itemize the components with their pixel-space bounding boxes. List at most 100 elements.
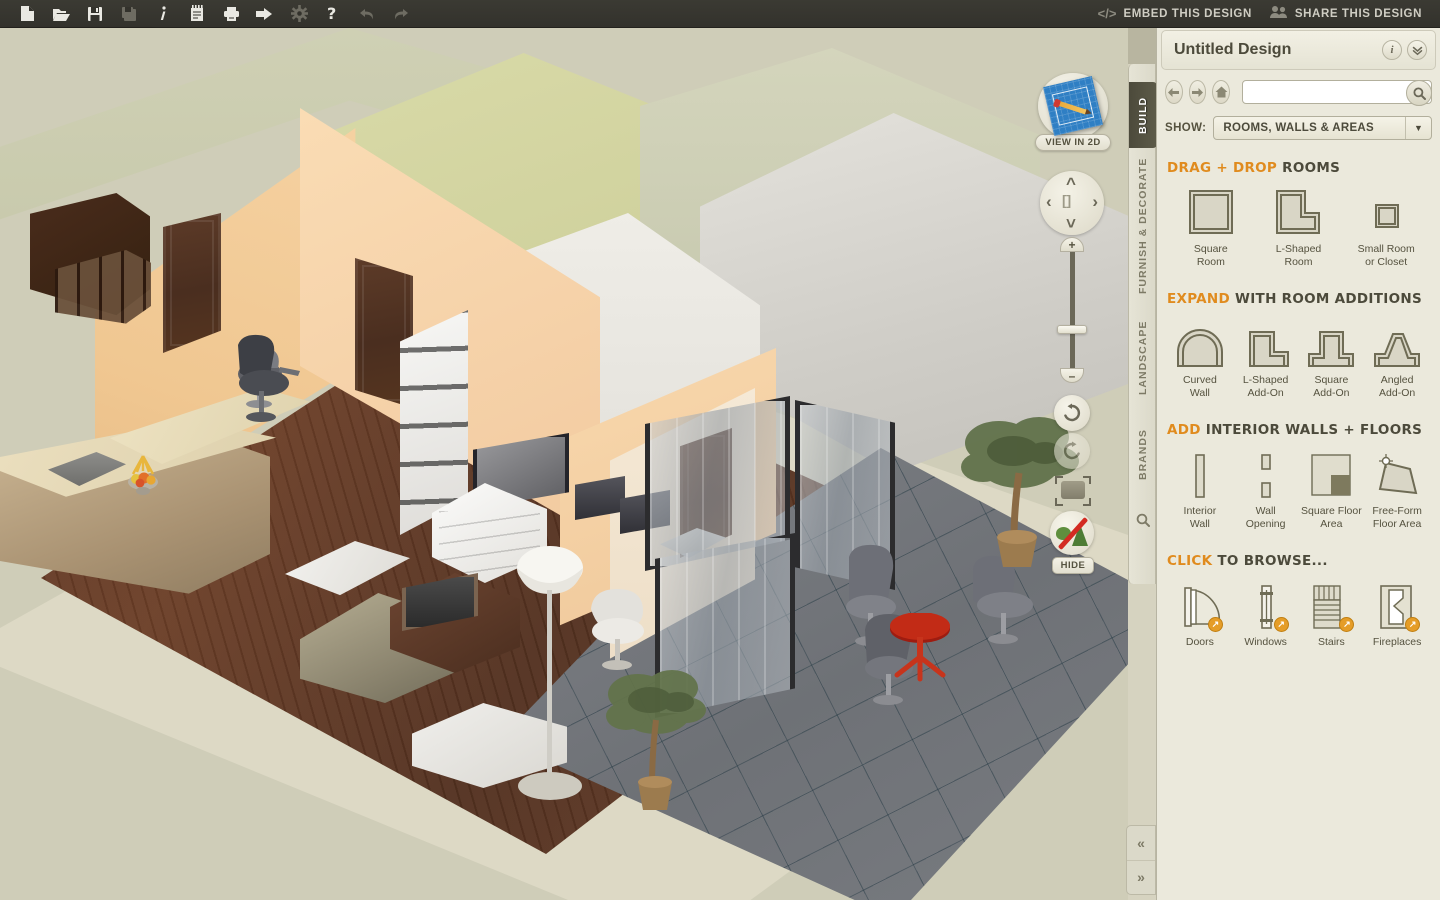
item-label: L-Shaped Room: [1275, 243, 1322, 268]
item-label: Square Room: [1193, 243, 1228, 268]
nav-forward-icon[interactable]: [1188, 80, 1207, 104]
hide-trees-icon[interactable]: [1050, 511, 1094, 555]
item-label: L-Shaped Add-On: [1242, 374, 1289, 399]
show-filter-row: SHOW: ROOMS, WALLS & AREAS ▼: [1165, 116, 1432, 140]
item-angled-add-on[interactable]: Angled Add-On: [1364, 316, 1430, 402]
section-browse-title: CLICK TO BROWSE...: [1167, 553, 1430, 569]
view-in-2d-control[interactable]: VIEW IN 2D: [1035, 73, 1111, 151]
section-browse-title-accent: CLICK: [1167, 553, 1213, 569]
collapse-left-button[interactable]: «: [1127, 826, 1155, 860]
pan-left-icon[interactable]: ‹: [1046, 193, 1052, 210]
item-curved-wall[interactable]: Curved Wall: [1167, 316, 1233, 402]
bracket-top-right: [1083, 476, 1091, 484]
red-side-table[interactable]: [885, 612, 955, 683]
pan-right-icon[interactable]: ›: [1092, 193, 1098, 210]
collapse-right-button[interactable]: »: [1127, 859, 1155, 895]
free-form-floor-icon: [1372, 449, 1422, 499]
zoom-slider[interactable]: + –: [1057, 237, 1087, 383]
door-bedroom-left[interactable]: [163, 213, 221, 353]
tab-landscape[interactable]: LANDSCAPE: [1129, 306, 1157, 410]
panel-header-icons: i: [1382, 40, 1427, 60]
bracket-bottom-right: [1083, 498, 1091, 506]
chevron-down-icon[interactable]: [1407, 40, 1427, 60]
save-icon[interactable]: [78, 0, 112, 28]
pan-up-icon[interactable]: ^: [1066, 175, 1076, 192]
potted-tree-1[interactable]: [600, 658, 720, 828]
new-file-icon[interactable]: [10, 0, 44, 28]
pan-down-icon[interactable]: ˅: [1066, 215, 1076, 232]
hide-label[interactable]: HIDE: [1051, 557, 1095, 574]
pan-center-icon[interactable]: [ ]: [1062, 193, 1071, 207]
show-dropdown[interactable]: ROOMS, WALLS & AREAS ▼: [1213, 116, 1432, 140]
item-l-shaped-room[interactable]: L-Shaped Room: [1255, 185, 1343, 271]
print-icon[interactable]: [214, 0, 248, 28]
section-additions-title-accent: EXPAND: [1167, 291, 1231, 307]
zoom-out-button[interactable]: –: [1060, 368, 1084, 383]
chevron-down-icon[interactable]: ▼: [1405, 117, 1431, 139]
section-rooms-grid: Square Room L-Shaped Room Small Room or Clo…: [1167, 185, 1430, 271]
item-stairs[interactable]: ↗ Stairs: [1299, 578, 1365, 651]
tab-build[interactable]: BUILD: [1129, 82, 1157, 148]
nav-home-icon[interactable]: [1212, 80, 1231, 104]
section-browse-title-rest: TO BROWSE...: [1217, 553, 1328, 569]
section-rooms: DRAG + DROP ROOMS Square Room L-Shaped Roo…: [1167, 160, 1430, 271]
search-input[interactable]: [1243, 85, 1432, 99]
tab-furnish-decorate[interactable]: FURNISH & DECORATE: [1129, 152, 1157, 300]
floor-lamp[interactable]: [515, 528, 585, 808]
stairs-icon: ↗: [1306, 580, 1356, 632]
build-panel: Untitled Design i SHOW: ROOMS, WALLS & A…: [1156, 28, 1440, 900]
fruit-bowl-decor[interactable]: [120, 452, 166, 498]
tab-brands[interactable]: BRANDS: [1129, 416, 1157, 494]
item-label: Small Room or Closet: [1357, 243, 1415, 268]
search-button-icon[interactable]: [1406, 80, 1433, 106]
item-interior-wall[interactable]: Interior Wall: [1167, 447, 1233, 533]
view-in-2d-label[interactable]: VIEW IN 2D: [1035, 134, 1111, 151]
item-label: Interior Wall: [1183, 505, 1217, 530]
item-label: Angled Add-On: [1379, 374, 1416, 399]
export-icon[interactable]: [248, 0, 282, 28]
fit-to-screen-button[interactable]: [1055, 476, 1091, 506]
browse-badge-icon[interactable]: ↗: [1273, 617, 1289, 632]
open-folder-icon[interactable]: [44, 0, 78, 28]
help-icon[interactable]: ?: [316, 0, 350, 28]
item-free-form-floor-area[interactable]: Free-Form Floor Area: [1364, 447, 1430, 533]
pan-control-pad[interactable]: ^ ˅ ‹ › [ ]: [1040, 171, 1104, 235]
section-additions-title-rest: WITH ROOM ADDITIONS: [1235, 291, 1422, 307]
nav-back-icon[interactable]: [1165, 80, 1183, 104]
panel-header: Untitled Design i: [1161, 30, 1436, 70]
item-windows[interactable]: ↗ Windows: [1233, 578, 1299, 651]
design-viewport-3d[interactable]: VIEW IN 2D ^ ˅ ‹ › [ ] + – HIDE: [0, 28, 1128, 900]
share-design-button[interactable]: SHARE THIS DESIGN: [1269, 5, 1422, 22]
item-square-floor-area[interactable]: Square Floor Area: [1299, 447, 1365, 533]
undo-icon[interactable]: [350, 0, 384, 28]
info-icon[interactable]: i: [1382, 40, 1402, 60]
section-walls-floors: ADD INTERIOR WALLS + FLOORS Interior Wall…: [1167, 422, 1430, 533]
door-icon: ↗: [1175, 580, 1225, 632]
settings-gear-icon[interactable]: [282, 0, 316, 28]
save-as-icon[interactable]: [112, 0, 146, 28]
zoom-in-button[interactable]: +: [1060, 237, 1084, 252]
zoom-slider-handle[interactable]: [1057, 325, 1087, 334]
item-wall-opening[interactable]: Wall Opening: [1233, 447, 1299, 533]
search-icon[interactable]: [1129, 500, 1157, 540]
item-l-shaped-add-on[interactable]: L-Shaped Add-On: [1233, 316, 1299, 402]
item-doors[interactable]: ↗ Doors: [1167, 578, 1233, 651]
office-chair[interactable]: [228, 333, 306, 423]
item-square-room[interactable]: Square Room: [1167, 185, 1255, 271]
design-title: Untitled Design: [1174, 41, 1292, 58]
panel-navigation: [1165, 80, 1433, 106]
item-small-room-closet[interactable]: Small Room or Closet: [1342, 185, 1430, 271]
search-box[interactable]: [1242, 80, 1433, 106]
item-square-add-on[interactable]: Square Add-On: [1299, 316, 1365, 402]
notes-icon[interactable]: [180, 0, 214, 28]
item-fireplaces[interactable]: ↗ Fireplaces: [1364, 578, 1430, 651]
info-icon[interactable]: [146, 0, 180, 28]
rotate-right-button[interactable]: [1054, 433, 1090, 469]
square-addon-icon: [1305, 318, 1357, 368]
hide-landscape-control[interactable]: HIDE: [1050, 511, 1096, 574]
redo-icon[interactable]: [384, 0, 418, 28]
embed-design-button[interactable]: </> EMBED THIS DESIGN: [1098, 6, 1252, 21]
browse-badge-icon[interactable]: ↗: [1207, 617, 1223, 632]
blueprint-icon[interactable]: [1038, 73, 1108, 139]
rotate-left-button[interactable]: [1054, 395, 1090, 431]
